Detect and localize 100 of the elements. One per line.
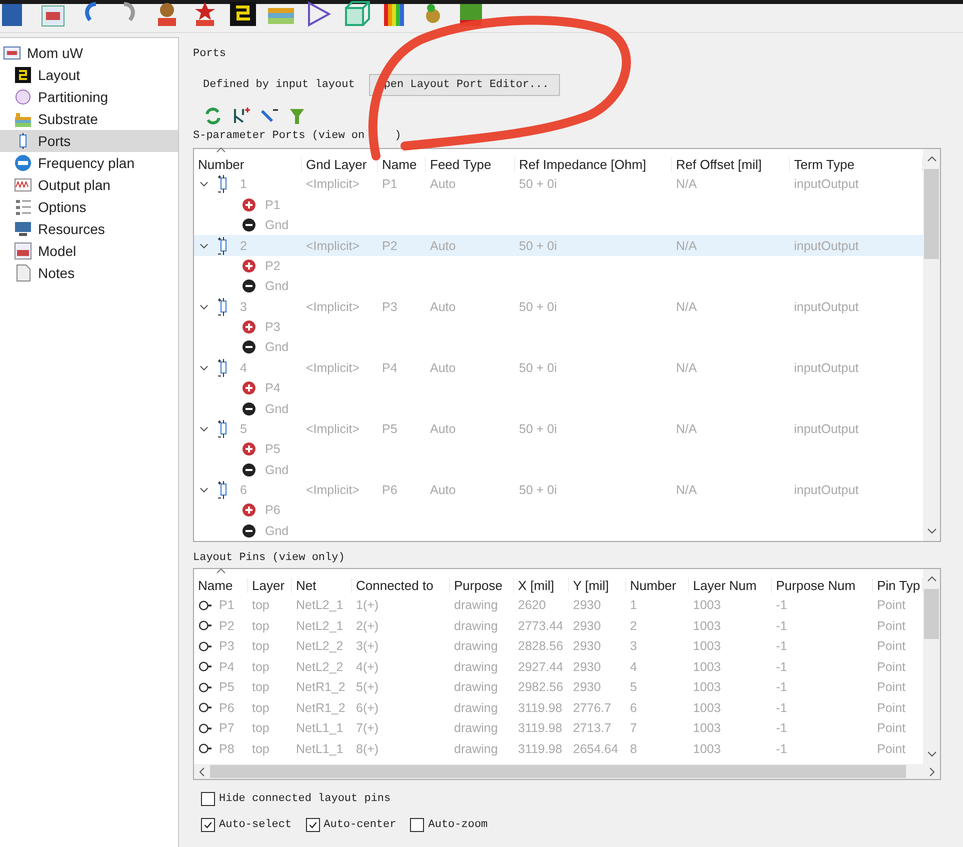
minus-circle-icon	[242, 402, 256, 416]
plus-circle-icon	[242, 503, 256, 518]
column-header[interactable]: Connected to	[352, 578, 450, 593]
table-cell-text: 2927.44	[517, 660, 564, 674]
sidebar-item[interactable]: Layout	[0, 64, 178, 86]
sidebar-item[interactable]: Resources	[0, 218, 178, 240]
terminal-label: P5	[264, 442, 280, 456]
column-header[interactable]: Feed Type	[426, 157, 515, 172]
column-header[interactable]: Ref Impedance [Ohm]	[515, 157, 672, 172]
table-cell-text: P6	[381, 483, 398, 498]
sidebar-item[interactable]: Frequency plan	[0, 152, 178, 174]
cube-icon[interactable]	[342, 0, 372, 28]
horizontal-scrollbar[interactable]	[194, 764, 940, 779]
tree-root-label[interactable]: Mom uW	[27, 45, 83, 61]
substrate-icon	[14, 110, 32, 128]
checkbox-label: Hide connected layout pins	[219, 793, 391, 805]
table-cell-text: inputOutput	[793, 422, 860, 436]
table-cell-text: drawing	[453, 598, 499, 612]
terminal-label: P1	[264, 198, 280, 212]
plus-circle-icon	[242, 320, 256, 334]
table-cell-text: NetL1_1	[295, 742, 344, 756]
table-cell-text: drawing	[453, 742, 499, 756]
pin-icon	[198, 661, 213, 672]
table-cell-text: 2930	[572, 680, 602, 694]
table-cell-text: 3	[629, 639, 638, 654]
checkbox[interactable]	[410, 818, 424, 832]
defined-by-label: Defined by input layout	[203, 79, 355, 91]
section-label: Layout Pins (view only)	[193, 552, 346, 564]
table-cell-text: Point	[876, 742, 906, 756]
column-header[interactable]: Purpose Num	[772, 578, 873, 593]
sidebar-item[interactable]: Output plan	[0, 174, 178, 196]
table-cell-text: 2654.64	[572, 742, 620, 756]
table-cell-text: -1	[775, 660, 788, 674]
table-cell-text: -1	[775, 680, 788, 694]
vertical-scrollbar[interactable]	[923, 149, 940, 541]
table-cell-text: N/A	[675, 422, 698, 436]
table-cell-text: 7(+)	[355, 721, 380, 736]
table-cell-text: P3	[381, 300, 398, 314]
checkmark-icon	[308, 820, 318, 830]
add-node-icon[interactable]	[231, 106, 251, 126]
table-cell-text: 4	[239, 360, 247, 375]
column-header[interactable]: Y [mil]	[569, 578, 626, 593]
vertical-scrollbar[interactable]	[923, 569, 940, 764]
column-header[interactable]: Number	[626, 578, 689, 593]
table-cell-text: top	[251, 618, 270, 633]
column-header[interactable]: Name	[194, 578, 248, 593]
table-cell-text: -1	[775, 618, 788, 633]
sort-indicator-icon	[216, 568, 226, 574]
checkbox[interactable]	[306, 818, 320, 832]
table-cell: P8	[219, 742, 234, 756]
column-header[interactable]: Gnd Layer	[302, 157, 378, 172]
table-cell-text: -1	[775, 721, 788, 736]
table-cell-text: 2	[629, 618, 638, 633]
table-cell-text: top	[251, 598, 270, 612]
minus-circle-icon	[242, 279, 256, 294]
table-cell-text: 1003	[692, 618, 722, 633]
table-cell-text: 2620	[517, 598, 547, 612]
table-cell-text: <Implicit>	[305, 422, 360, 436]
plus-circle-icon	[242, 442, 256, 456]
table-cell-text: top	[251, 680, 270, 694]
column-header[interactable]: Net	[292, 578, 352, 593]
section-label: S-parameter Ports (view on	[193, 130, 365, 142]
table-cell-text: drawing	[453, 660, 499, 674]
column-header[interactable]: Layer	[248, 578, 292, 593]
checkbox[interactable]	[201, 818, 215, 832]
table-cell-text: Point	[876, 660, 906, 674]
pin-icon	[198, 743, 213, 754]
output-icon	[14, 176, 32, 194]
refresh-icon[interactable]	[203, 106, 223, 126]
scroll-thumb[interactable]	[924, 169, 939, 259]
table-cell-text: 5(+)	[355, 680, 380, 694]
column-header[interactable]: Purpose	[450, 578, 514, 593]
column-header[interactable]: Ref Offset [mil]	[672, 157, 790, 172]
table-cell: P7	[219, 721, 234, 736]
table-cell-text: -1	[775, 700, 788, 715]
sidebar-item[interactable]: Model	[0, 240, 178, 262]
column-header[interactable]: Name	[378, 157, 426, 172]
column-header[interactable]: Number	[194, 157, 302, 172]
section-label-end: )	[394, 130, 402, 142]
column-header[interactable]: Layer Num	[689, 578, 772, 593]
column-header[interactable]: X [mil]	[514, 578, 569, 593]
table-cell-text: 2713.7	[572, 721, 612, 736]
open-editor-button[interactable]: pen Layout Port Editor...	[368, 74, 560, 96]
sidebar-item[interactable]: Options	[0, 196, 178, 218]
scroll-thumb[interactable]	[210, 765, 906, 778]
sidebar-item[interactable]: Partitioning	[0, 86, 178, 108]
sidebar-item[interactable]: Substrate	[0, 108, 178, 130]
sidebar-item[interactable]: Ports	[0, 130, 178, 152]
pin-icon	[198, 640, 213, 652]
sidebar-item[interactable]: Notes	[0, 262, 178, 284]
scroll-thumb[interactable]	[924, 589, 939, 639]
filter-icon[interactable]	[287, 106, 307, 126]
layout-icon	[14, 66, 32, 84]
terminal-label: Gnd	[264, 279, 289, 294]
terminal-label: P3	[264, 320, 280, 334]
checkbox[interactable]	[201, 792, 215, 806]
layout-icon[interactable]	[228, 0, 258, 28]
table-cell-text: NetL2_1	[295, 598, 344, 612]
table-cell-text: 2930	[572, 639, 602, 654]
table-cell-text: N/A	[675, 360, 698, 375]
